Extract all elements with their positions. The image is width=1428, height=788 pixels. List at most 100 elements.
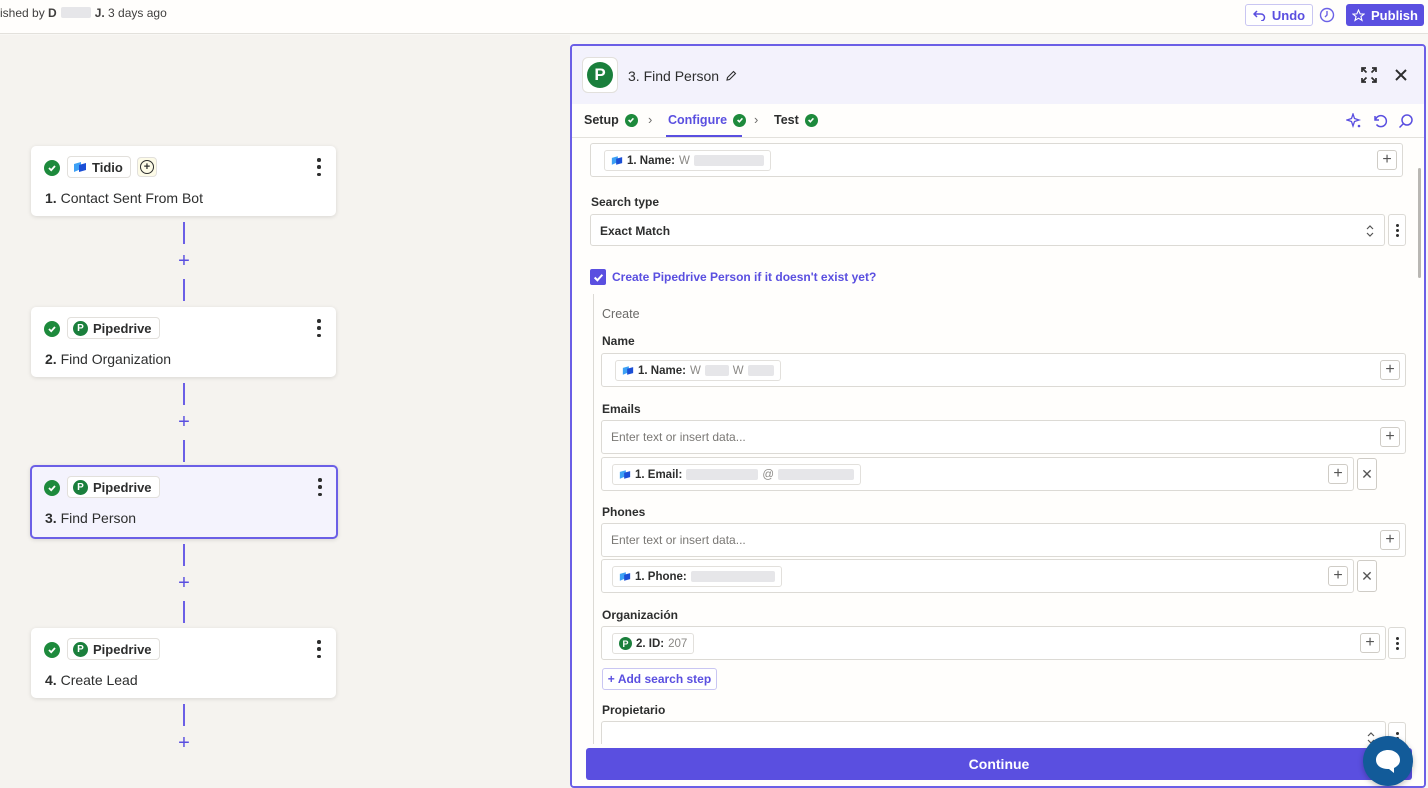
history-icon	[1319, 7, 1335, 23]
app-pill: P Pipedrive	[67, 476, 160, 498]
propietario-select[interactable]	[601, 721, 1386, 744]
check-icon	[804, 113, 818, 127]
app-pill: P Pipedrive	[67, 317, 160, 339]
search-type-select[interactable]: Exact Match	[590, 214, 1385, 246]
close-icon[interactable]	[1392, 66, 1410, 84]
step-menu-button[interactable]	[316, 158, 322, 176]
panel-footer: Continue	[572, 744, 1424, 786]
search-field-input[interactable]: 1. Name: W +	[590, 143, 1403, 177]
step-editor-panel: P 3. Find Person Setup › Configure › Tes…	[570, 44, 1426, 788]
field-label: Phones	[602, 505, 646, 519]
phone-item-input[interactable]: 1. Phone: +	[601, 559, 1354, 593]
scrollbar[interactable]	[1418, 168, 1421, 278]
app-pill: P Pipedrive	[67, 638, 160, 660]
data-token[interactable]: 1. Phone:	[612, 566, 782, 587]
step-card-2[interactable]: P Pipedrive 2. Find Organization	[31, 307, 336, 377]
pencil-icon[interactable]	[725, 70, 737, 82]
expand-icon[interactable]	[1360, 66, 1378, 84]
field-options-button[interactable]	[1388, 214, 1406, 246]
tidio-icon	[611, 156, 623, 165]
app-pill: Tidio	[67, 156, 131, 178]
check-icon	[733, 113, 747, 127]
pipedrive-icon: P	[587, 62, 613, 88]
remove-item-button[interactable]: ✕	[1357, 560, 1377, 592]
insert-data-button[interactable]: +	[1380, 360, 1400, 380]
connector-line	[183, 704, 185, 726]
refresh-icon[interactable]	[1372, 113, 1388, 129]
field-options-button[interactable]	[1388, 627, 1406, 659]
remove-item-button[interactable]: ✕	[1357, 458, 1377, 490]
step-card-1[interactable]: Tidio + 1. Contact Sent From Bot	[31, 146, 336, 216]
tidio-icon	[622, 366, 634, 375]
publish-button[interactable]: Publish	[1346, 4, 1424, 26]
insert-data-button[interactable]: +	[1380, 427, 1400, 447]
step-menu-button[interactable]	[317, 478, 323, 496]
published-info: ished by D J. 3 days ago	[0, 6, 167, 20]
create-group-divider	[593, 294, 594, 744]
workflow-canvas: Tidio + 1. Contact Sent From Bot + P Pip…	[0, 35, 570, 788]
step-title: 2. Find Organization	[45, 351, 172, 367]
connector-line	[183, 544, 185, 566]
step-card-3[interactable]: P Pipedrive 3. Find Person	[30, 465, 338, 539]
data-token[interactable]: 1. Name: W	[604, 150, 771, 171]
panel-header: P 3. Find Person	[572, 46, 1424, 104]
insert-data-button[interactable]: +	[1328, 566, 1348, 586]
undo-button[interactable]: Undo	[1245, 4, 1313, 26]
add-step-plus-button[interactable]: +	[175, 573, 193, 593]
panel-body: 1. Name: W + Search type Exact Match Cre…	[572, 138, 1424, 744]
chat-icon	[1376, 750, 1400, 773]
add-step-plus-button[interactable]: +	[175, 733, 193, 753]
active-tab-indicator	[666, 135, 742, 137]
step-title: 4. Create Lead	[45, 672, 138, 688]
step-title: 1. Contact Sent From Bot	[45, 190, 203, 206]
create-if-not-exists-checkbox[interactable]	[590, 269, 606, 285]
connector-line	[183, 383, 185, 405]
check-icon	[44, 642, 60, 658]
insert-data-button[interactable]: +	[1377, 150, 1397, 170]
tab-configure[interactable]: Configure	[668, 113, 747, 127]
chat-widget-button[interactable]	[1363, 736, 1413, 786]
create-section-title: Create	[602, 307, 640, 321]
step-menu-button[interactable]	[316, 640, 322, 658]
field-label: Propietario	[602, 703, 666, 717]
pipedrive-icon: P	[73, 641, 88, 657]
chevron-right-icon: ›	[754, 112, 759, 127]
step-menu-button[interactable]	[316, 319, 322, 337]
trigger-badge: +	[137, 157, 157, 177]
panel-tabs: Setup › Configure › Test	[572, 104, 1424, 138]
continue-button[interactable]: Continue	[586, 748, 1412, 780]
check-icon	[593, 273, 603, 282]
field-label: Emails	[602, 402, 641, 416]
tab-test[interactable]: Test	[774, 113, 818, 127]
pipedrive-icon: P	[73, 320, 88, 336]
tab-setup[interactable]: Setup	[584, 113, 638, 127]
data-token[interactable]: 1. Email: @	[612, 464, 861, 485]
app-logo: P	[582, 57, 618, 93]
phones-input[interactable]: Enter text or insert data... +	[601, 523, 1406, 557]
name-input[interactable]: 1. Name: W W +	[601, 353, 1406, 387]
sparkle-icon[interactable]	[1344, 111, 1362, 129]
connector-line	[183, 601, 185, 623]
insert-data-button[interactable]: +	[1380, 530, 1400, 550]
insert-data-button[interactable]: +	[1328, 464, 1348, 484]
search-icon[interactable]	[1398, 113, 1414, 129]
panel-toolbar	[1344, 111, 1414, 129]
version-history-button[interactable]	[1317, 4, 1337, 26]
insert-data-button[interactable]: +	[1360, 633, 1380, 653]
step-card-4[interactable]: P Pipedrive 4. Create Lead	[31, 628, 336, 698]
checkbox-label[interactable]: Create Pipedrive Person if it doesn't ex…	[612, 270, 876, 284]
emails-input[interactable]: Enter text or insert data... +	[601, 420, 1406, 454]
data-token[interactable]: P 2. ID: 207	[612, 633, 695, 654]
panel-title[interactable]: 3. Find Person	[628, 68, 737, 84]
add-step-plus-button[interactable]: +	[175, 251, 193, 271]
top-bar: ished by D J. 3 days ago Undo Publish	[0, 0, 1428, 34]
add-step-plus-button[interactable]: +	[175, 412, 193, 432]
step-title: 3. Find Person	[45, 510, 137, 526]
data-token[interactable]: 1. Name: W W	[615, 360, 781, 381]
check-icon	[44, 160, 60, 176]
email-item-input[interactable]: 1. Email: @ +	[601, 457, 1354, 491]
add-search-step-button[interactable]: + Add search step	[602, 668, 717, 690]
field-label: Organización	[602, 608, 679, 622]
tidio-icon	[73, 161, 87, 173]
organizacion-input[interactable]: P 2. ID: 207 +	[601, 626, 1386, 660]
